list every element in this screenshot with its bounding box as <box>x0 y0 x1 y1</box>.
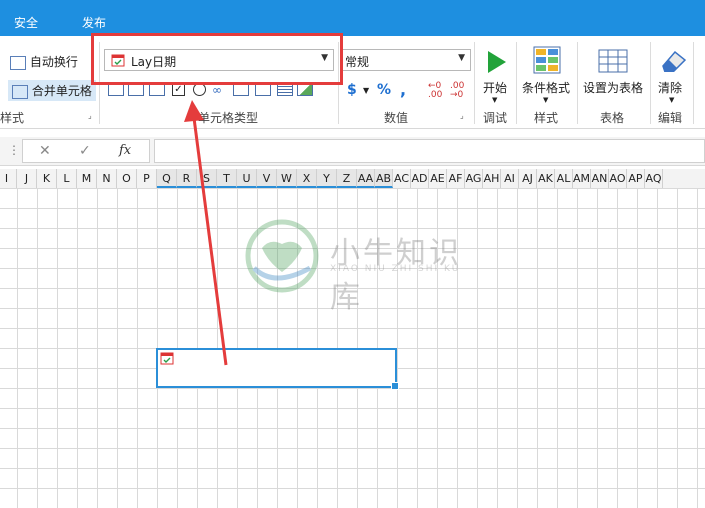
separator <box>650 42 651 124</box>
edit-group-label: 编辑 <box>658 111 683 125</box>
table-icon <box>598 49 628 73</box>
confirm-icon[interactable]: ✓ <box>79 143 91 159</box>
currency-button[interactable]: $ <box>347 82 357 98</box>
hyperlink-type-icon[interactable]: ∞ <box>212 83 222 97</box>
cell-type-group-label: 单元格类型 <box>198 111 259 125</box>
column-header-u[interactable]: U <box>237 169 257 188</box>
decrease-decimal-icon[interactable]: .00 →0 <box>450 82 464 100</box>
number-group-label: 数值 <box>384 111 409 125</box>
dialog-launcher-icon[interactable]: ⌟ <box>88 111 92 120</box>
calendar-icon <box>160 352 174 365</box>
menu-publish[interactable]: 发布 <box>82 14 106 31</box>
chevron-down-icon: ▼ <box>458 53 465 63</box>
menu-security[interactable]: 安全 <box>14 14 38 31</box>
merge-cells-button[interactable]: 合并单元格 <box>8 80 96 101</box>
column-header-ap[interactable]: AP <box>627 169 645 188</box>
column-header-ah[interactable]: AH <box>483 169 501 188</box>
column-header-y[interactable]: Y <box>317 169 337 188</box>
barcode-type-icon[interactable] <box>255 84 271 96</box>
image-type-icon[interactable] <box>233 84 249 96</box>
textbox-type-icon[interactable] <box>108 84 124 96</box>
column-header-w[interactable]: W <box>277 169 297 188</box>
column-header-l[interactable]: L <box>57 169 77 188</box>
number-format-dropdown[interactable]: 常规 ▼ <box>341 49 471 71</box>
comma-button[interactable]: , <box>400 80 406 99</box>
column-header-al[interactable]: AL <box>555 169 573 188</box>
separator <box>693 42 694 124</box>
column-header-n[interactable]: N <box>97 169 117 188</box>
cancel-icon[interactable]: ✕ <box>39 143 51 159</box>
set-as-table-button[interactable]: 设置为表格 <box>582 46 646 106</box>
wrap-text-icon <box>10 55 26 70</box>
column-header-q[interactable]: Q <box>157 169 177 188</box>
conditional-format-button[interactable]: 条件格式 ▼ <box>521 46 573 106</box>
style-group-label: 样式 <box>534 111 559 125</box>
column-header-ae[interactable]: AE <box>429 169 447 188</box>
column-header-o[interactable]: O <box>117 169 137 188</box>
column-header-ai[interactable]: AI <box>501 169 519 188</box>
column-header-an[interactable]: AN <box>591 169 609 188</box>
clear-button[interactable]: 清除 ▼ <box>656 46 688 106</box>
fill-handle[interactable] <box>391 382 399 390</box>
conditional-format-icon <box>533 46 561 74</box>
separator <box>516 42 517 124</box>
watermark: 小牛知识库 XIAO NIU ZHI SHI KU <box>244 218 474 315</box>
debug-group-label: 调试 <box>483 111 508 125</box>
column-header-ao[interactable]: AO <box>609 169 627 188</box>
column-header-x[interactable]: X <box>297 169 317 188</box>
formula-input[interactable] <box>154 139 705 163</box>
column-header-m[interactable]: M <box>77 169 97 188</box>
column-header-af[interactable]: AF <box>447 169 465 188</box>
menu-bar: 安全 发布 <box>0 0 705 36</box>
annotation-highlight-box <box>91 33 343 85</box>
percent-button[interactable]: % <box>377 82 391 98</box>
alignment-group-label: 样式 <box>0 111 25 125</box>
combo-type-icon[interactable] <box>149 84 165 96</box>
column-header-j[interactable]: J <box>17 169 37 188</box>
increase-decimal-icon[interactable]: ←0.00 <box>428 82 442 100</box>
chevron-down-icon: ▼ <box>669 96 675 104</box>
column-header-ac[interactable]: AC <box>393 169 411 188</box>
column-header-aj[interactable]: AJ <box>519 169 537 188</box>
table-group-label: 表格 <box>600 111 625 125</box>
start-button[interactable]: 开始 ▼ <box>482 48 510 106</box>
column-header-row: I J K L M N O P Q R S T U V W X Y Z AA AB AC AD AE AF AG AH AI AJ AK… <box>0 169 705 189</box>
formula-buttons-box: ✕ ✓ fx <box>22 139 150 163</box>
column-header-r[interactable]: R <box>177 169 197 188</box>
column-header-ak[interactable]: AK <box>537 169 555 188</box>
column-header-s[interactable]: S <box>197 169 217 188</box>
more-options-icon[interactable]: ⋮ <box>8 143 20 157</box>
column-header-k[interactable]: K <box>37 169 57 188</box>
bull-logo-icon <box>245 219 319 293</box>
column-header-v[interactable]: V <box>257 169 277 188</box>
selected-cell[interactable] <box>156 348 399 390</box>
picture-type-icon[interactable] <box>297 84 313 96</box>
eraser-icon <box>662 50 687 72</box>
column-header-aq[interactable]: AQ <box>645 169 663 188</box>
watermark-subtitle: XIAO NIU ZHI SHI KU <box>330 264 461 274</box>
fx-icon[interactable]: fx <box>119 143 131 158</box>
wrap-text-button[interactable]: 自动换行 <box>10 53 78 70</box>
column-header-p[interactable]: P <box>137 169 157 188</box>
chevron-down-icon: ▼ <box>543 96 549 104</box>
button-type-icon[interactable] <box>128 84 144 96</box>
column-header-t[interactable]: T <box>217 169 237 188</box>
dialog-launcher-icon[interactable]: ⌟ <box>460 111 464 120</box>
column-header-ad[interactable]: AD <box>411 169 429 188</box>
chevron-down-icon[interactable]: ▼ <box>363 86 369 95</box>
formula-bar: ⋮ ✕ ✓ fx <box>0 137 705 166</box>
chevron-down-icon: ▼ <box>492 96 498 104</box>
column-header-z[interactable]: Z <box>337 169 357 188</box>
column-header-am[interactable]: AM <box>573 169 591 188</box>
column-header-ag[interactable]: AG <box>465 169 483 188</box>
separator <box>474 42 475 124</box>
separator <box>577 42 578 124</box>
column-header-aa[interactable]: AA <box>357 169 375 188</box>
column-header-ab[interactable]: AB <box>375 169 393 188</box>
play-icon <box>488 51 506 73</box>
merge-cells-icon <box>12 84 28 99</box>
column-header-i[interactable]: I <box>0 169 17 188</box>
